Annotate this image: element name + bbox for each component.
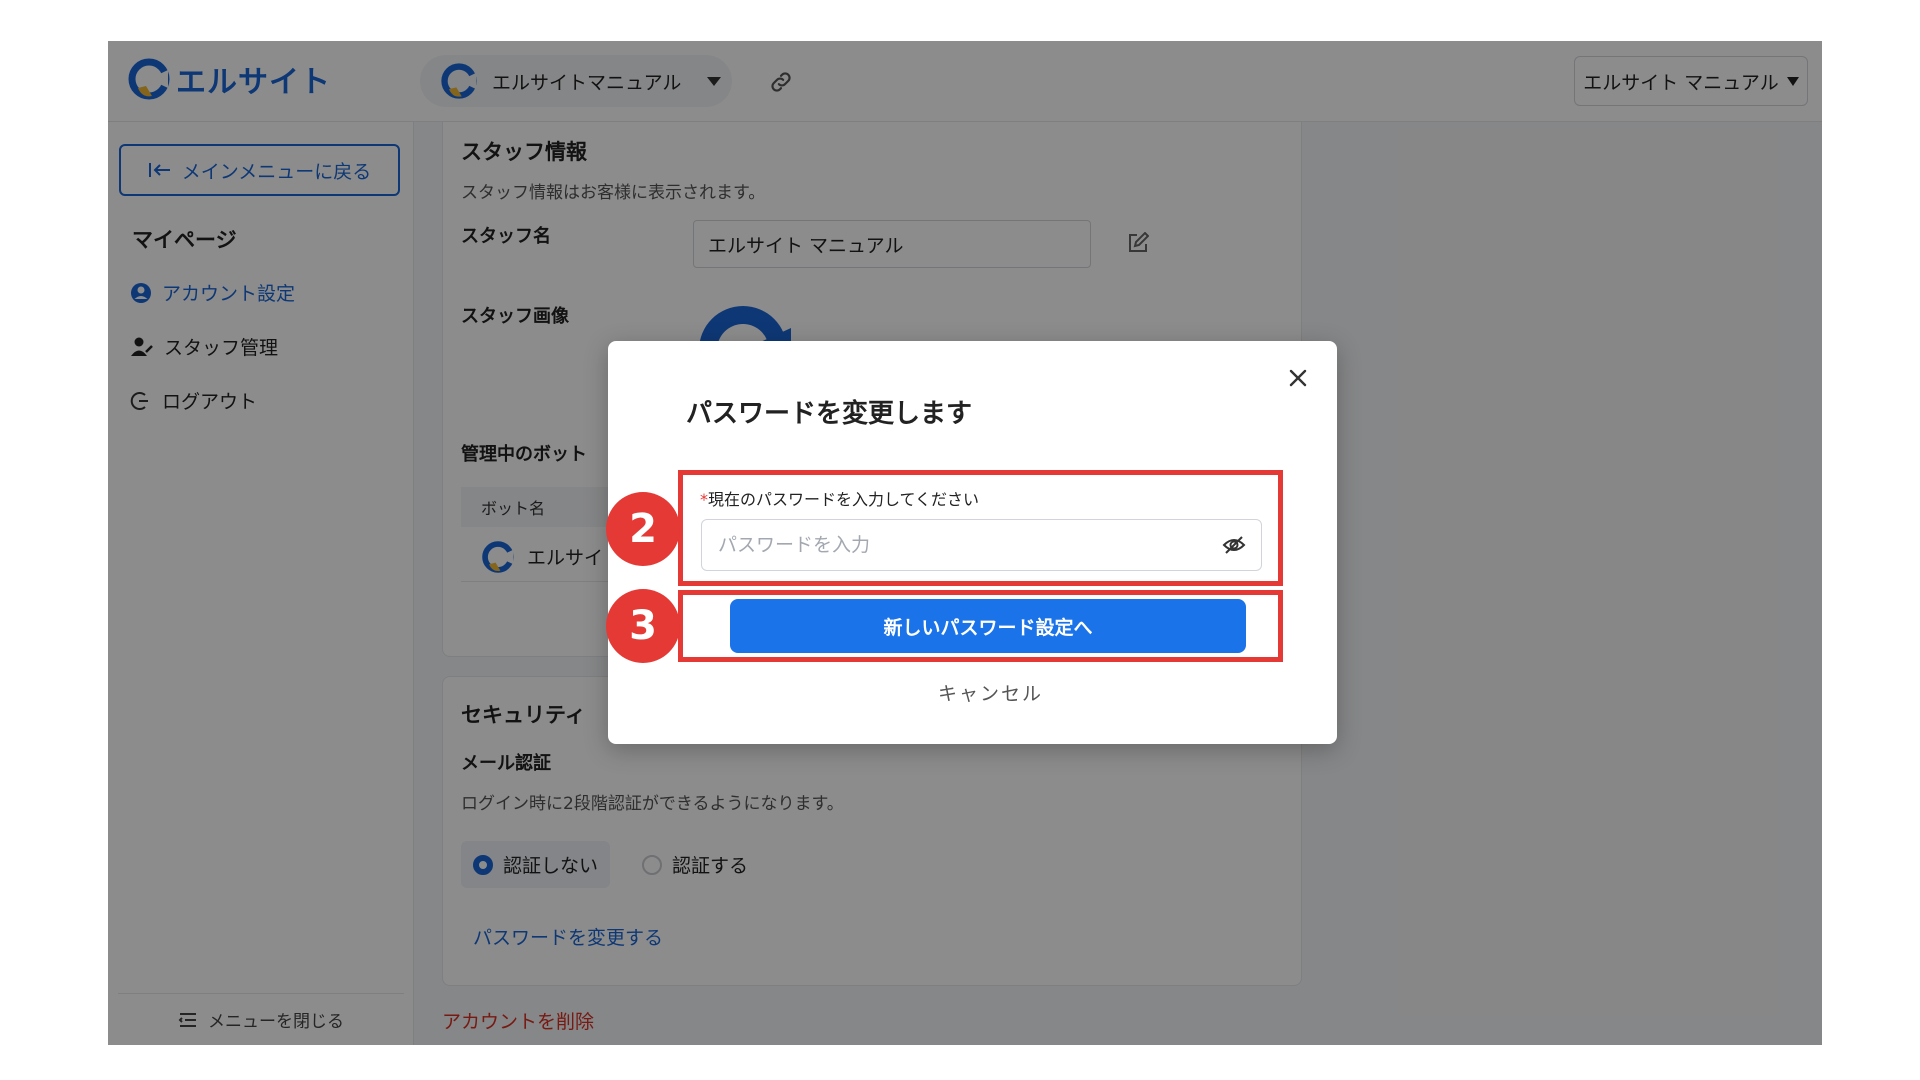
step-badge-3: 3 (606, 589, 680, 663)
close-icon (1289, 369, 1307, 387)
callout-box-step-2 (678, 470, 1283, 586)
close-button[interactable] (1285, 365, 1311, 391)
step-badge-2: 2 (606, 492, 680, 566)
modal-title: パスワードを変更します (686, 399, 973, 429)
cancel-button[interactable]: キャンセル (938, 679, 1043, 706)
callout-box-step-3 (678, 590, 1283, 662)
